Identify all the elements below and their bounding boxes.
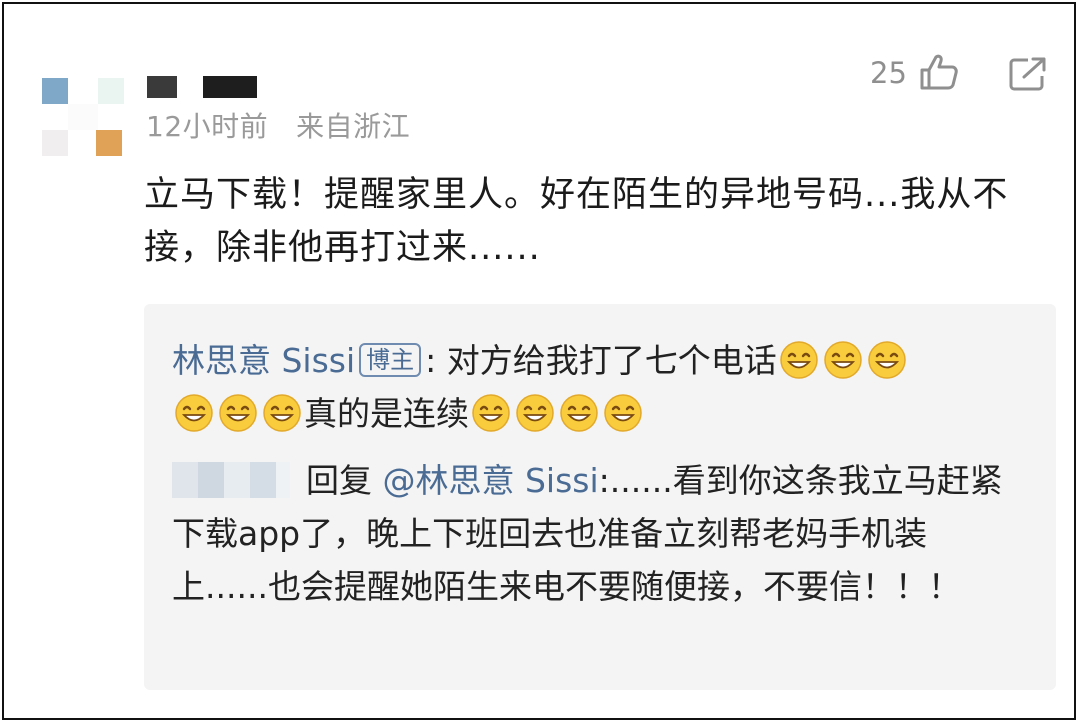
- avatar[interactable]: [42, 74, 126, 160]
- grinning-face-emoji-icon: [780, 341, 818, 379]
- comment-meta: 12小时前 来自浙江: [146, 105, 410, 145]
- quoted-text-part1: 对方给我打了七个电话: [436, 341, 777, 380]
- avatar-pixel: [42, 78, 68, 104]
- grinning-face-emoji-icon: [560, 394, 598, 432]
- grinning-face-emoji-icon: [824, 341, 862, 379]
- grinning-face-emoji-icon: [263, 394, 301, 432]
- grinning-face-emoji-icon: [175, 394, 213, 432]
- username-redacted[interactable]: [147, 76, 267, 100]
- grinning-face-emoji-icon: [472, 394, 510, 432]
- reply-comment: 回复 @林思意 Sissi:......看到你这条我立马赶紧下载app了，晚上下…: [172, 454, 1022, 613]
- emoji-group-3: [469, 394, 645, 433]
- avatar-pixel: [98, 78, 124, 104]
- comment-text: 立马下载！提醒家里人。好在陌生的异地号码...我从不接，除非他再打过来.....…: [144, 175, 1009, 268]
- like-count: 25: [870, 56, 907, 90]
- share-external-icon[interactable]: [1008, 56, 1048, 92]
- quoted-author-link[interactable]: 林思意 Sissi: [172, 341, 355, 380]
- emoji-group-2: [172, 394, 304, 433]
- reply-box[interactable]: 林思意 Sissi 博主: 对方给我打了七个电话真的是连续 回复 @林思意 Sis…: [144, 304, 1056, 690]
- avatar-pixel: [42, 130, 68, 156]
- quoted-separator: :: [425, 341, 437, 380]
- reply-username-redacted[interactable]: [172, 462, 290, 498]
- quoted-comment: 林思意 Sissi 博主: 对方给我打了七个电话真的是连续: [172, 334, 1032, 440]
- grinning-face-emoji-icon: [604, 394, 642, 432]
- grinning-face-emoji-icon: [516, 394, 554, 432]
- grinning-face-emoji-icon: [219, 394, 257, 432]
- avatar-pixel: [68, 104, 98, 130]
- grinning-face-emoji-icon: [868, 341, 906, 379]
- blogger-badge: 博主: [359, 343, 422, 377]
- reply-mention-link[interactable]: @林思意 Sissi: [383, 461, 599, 500]
- reply-label: 回复: [306, 461, 372, 500]
- quoted-text-part2: 真的是连续: [304, 394, 469, 433]
- thumbs-up-icon[interactable]: [918, 52, 960, 92]
- comment-location: 来自浙江: [296, 110, 411, 143]
- comment-card: 12小时前 来自浙江 25 立马下载！提醒家里人。好在陌生的异地号码...我从不接…: [2, 2, 1076, 720]
- redaction-block: [203, 76, 257, 98]
- emoji-group-1: [777, 341, 909, 380]
- comment-time: 12小时前: [146, 110, 269, 143]
- avatar-pixel: [96, 130, 122, 156]
- redaction-block: [147, 76, 177, 98]
